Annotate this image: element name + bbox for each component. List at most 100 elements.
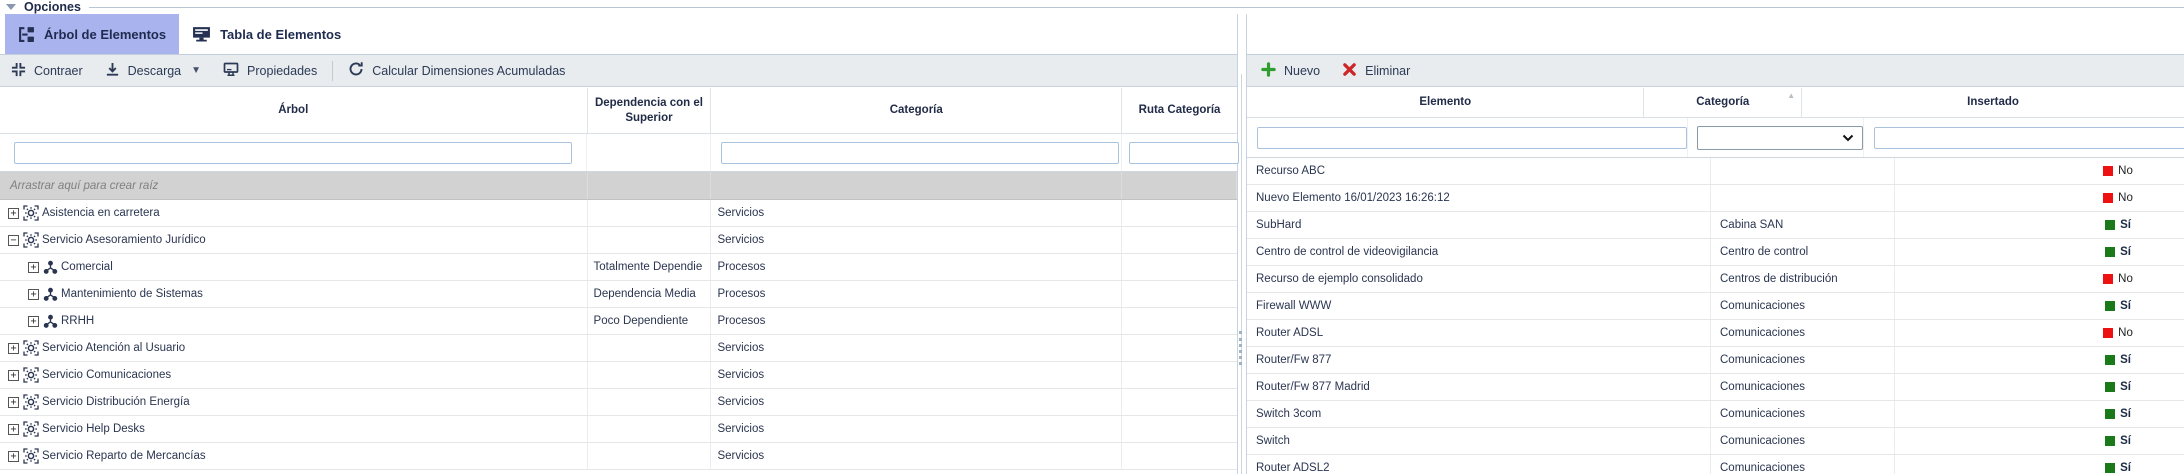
insertado-cell: Sí — [1895, 401, 2184, 427]
tree-row[interactable]: − Servicio Asesoramiento Jurídico Servic… — [0, 227, 1237, 254]
expand-node-toggle[interactable]: + — [28, 316, 39, 327]
insertado-filter-input[interactable] — [1874, 127, 2184, 149]
tree-filter-row — [0, 134, 1237, 172]
tree-row[interactable]: + Servicio Reparto de Mercancías Servici… — [0, 443, 1237, 470]
categoria-cell: Comunicaciones — [1711, 428, 1895, 454]
tree-node-label: Servicio Help Desks — [42, 423, 145, 435]
tree-table-header: Árbol Dependencia con el Superior Catego… — [0, 88, 1237, 134]
element-row[interactable]: Router ADSL2 Comunicaciones Sí — [1247, 455, 2184, 474]
service-icon — [23, 367, 39, 383]
delete-element-button[interactable]: Eliminar — [1331, 55, 1421, 86]
element-row[interactable]: Nuevo Elemento 16/01/2023 16:26:12 No — [1247, 185, 2184, 212]
column-header-elemento[interactable]: Elemento — [1247, 88, 1644, 117]
properties-button[interactable]: Propiedades — [212, 55, 328, 86]
categoria-cell: Servicios — [711, 362, 1122, 388]
calculate-dimensions-button[interactable]: Calcular Dimensiones Acumuladas — [337, 55, 576, 86]
refresh-icon — [348, 61, 364, 80]
dependencia-cell — [588, 389, 712, 415]
drop-root-hint-row[interactable]: Arrastrar aquí para crear raíz — [0, 172, 1237, 200]
service-icon — [23, 421, 39, 437]
compress-icon — [11, 62, 26, 80]
new-element-button[interactable]: Nuevo — [1247, 55, 1331, 86]
elements-filter-row — [1247, 118, 2184, 158]
arbol-filter-input[interactable] — [14, 142, 572, 164]
element-row[interactable]: Firewall WWW Comunicaciones Sí — [1247, 293, 2184, 320]
expand-node-toggle[interactable]: + — [8, 370, 19, 381]
insertado-value: No — [2118, 192, 2133, 204]
panel-splitter[interactable] — [1241, 74, 1242, 474]
toolbar-separator — [332, 61, 333, 81]
element-row[interactable]: Switch Comunicaciones Sí — [1247, 428, 2184, 455]
tree-node-label: Servicio Distribución Energía — [42, 396, 190, 408]
tree-node-label: RRHH — [61, 315, 94, 327]
tree-row[interactable]: + Servicio Atención al Usuario Servicios — [0, 335, 1237, 362]
ruta-categoria-filter-input[interactable] — [1129, 142, 1239, 164]
tree-node-label: Asistencia en carretera — [42, 207, 160, 219]
expand-node-toggle[interactable]: + — [8, 208, 19, 219]
expand-node-toggle[interactable]: + — [28, 289, 39, 300]
categoria-cell: Comunicaciones — [1711, 455, 1895, 474]
column-header-insertado[interactable]: Insertado — [1802, 88, 2184, 117]
tree-row[interactable]: + Servicio Comunicaciones Servicios — [0, 362, 1237, 389]
chevron-down-icon[interactable]: ▼ — [191, 65, 201, 76]
tree-row[interactable]: + Servicio Distribución Energía Servicio… — [0, 389, 1237, 416]
inserted-no-square-icon — [2103, 166, 2113, 176]
element-row[interactable]: Centro de control de videovigilancia Cen… — [1247, 239, 2184, 266]
tree-row[interactable]: + Mantenimiento de Sistemas Dependencia … — [0, 281, 1237, 308]
column-header-categoria[interactable]: Categoría ▲ — [1644, 88, 1802, 117]
elements-table-panel: Nuevo Eliminar Elemento Categoría ▲ Inse… — [1246, 14, 2184, 474]
insertado-value: Sí — [2120, 354, 2131, 366]
categoria-filter-select[interactable] — [1697, 126, 1863, 150]
tree-row[interactable]: + RRHH Poco Dependiente Procesos — [0, 308, 1237, 335]
tree-row[interactable]: + Asistencia en carretera Servicios — [0, 200, 1237, 227]
ruta-categoria-cell — [1122, 362, 1237, 388]
expand-node-toggle[interactable]: + — [8, 424, 19, 435]
insertado-value: No — [2118, 165, 2133, 177]
inserted-yes-square-icon — [2105, 220, 2115, 230]
service-icon — [23, 394, 39, 410]
inserted-yes-square-icon — [2105, 463, 2115, 473]
element-row[interactable]: Router ADSL Comunicaciones No — [1247, 320, 2184, 347]
collapse-node-toggle[interactable]: − — [8, 235, 19, 246]
categoria-cell: Procesos — [711, 281, 1122, 307]
element-row[interactable]: Switch 3com Comunicaciones Sí — [1247, 401, 2184, 428]
elemento-filter-input[interactable] — [1257, 127, 1687, 149]
splitter-drag-handle-icon[interactable] — [1239, 331, 1242, 365]
collapse-all-button[interactable]: Contraer — [0, 55, 94, 86]
element-row[interactable]: SubHard Cabina SAN Sí — [1247, 212, 2184, 239]
insertado-cell: Sí — [1895, 428, 2184, 454]
expand-node-toggle[interactable]: + — [8, 451, 19, 462]
elemento-cell: Router/Fw 877 — [1247, 347, 1711, 373]
column-header-arbol[interactable]: Árbol — [0, 88, 588, 133]
categoria-cell: Servicios — [711, 443, 1122, 469]
collapse-triangle-icon[interactable] — [6, 4, 16, 10]
ruta-categoria-cell — [1122, 281, 1237, 307]
element-row[interactable]: Router/Fw 877 Comunicaciones Sí — [1247, 347, 2184, 374]
tree-row[interactable]: + Comercial Totalmente Dependie Procesos — [0, 254, 1237, 281]
plus-icon — [1261, 62, 1276, 80]
dependencia-cell: Totalmente Dependie — [588, 254, 712, 280]
expand-node-toggle[interactable]: + — [8, 397, 19, 408]
column-header-ruta-categoria[interactable]: Ruta Categoría — [1122, 88, 1237, 133]
column-header-categoria[interactable]: Categoría — [711, 88, 1122, 133]
tree-node-label: Servicio Comunicaciones — [42, 369, 171, 381]
expand-node-toggle[interactable]: + — [8, 343, 19, 354]
elemento-cell: Nuevo Elemento 16/01/2023 16:26:12 — [1247, 185, 1711, 211]
categoria-cell — [1711, 158, 1895, 184]
ruta-categoria-cell — [1122, 227, 1237, 253]
options-section-header[interactable]: Opciones — [0, 0, 2184, 14]
element-row[interactable]: Recurso de ejemplo consolidado Centros d… — [1247, 266, 2184, 293]
inserted-no-square-icon — [2103, 193, 2113, 203]
tree-row[interactable]: + Servicio Help Desks Servicios — [0, 416, 1237, 443]
column-header-dependencia[interactable]: Dependencia con el Superior — [588, 88, 712, 133]
categoria-filter-input[interactable] — [721, 142, 1119, 164]
element-row[interactable]: Router/Fw 877 Madrid Comunicaciones Sí — [1247, 374, 2184, 401]
insertado-value: Sí — [2120, 462, 2131, 474]
categoria-cell: Servicios — [711, 335, 1122, 361]
inserted-yes-square-icon — [2105, 382, 2115, 392]
element-row[interactable]: Recurso ABC No — [1247, 158, 2184, 185]
elemento-cell: Router ADSL — [1247, 320, 1711, 346]
download-button[interactable]: Descarga ▼ — [94, 55, 212, 86]
expand-node-toggle[interactable]: + — [28, 262, 39, 273]
insertado-cell: Sí — [1895, 347, 2184, 373]
